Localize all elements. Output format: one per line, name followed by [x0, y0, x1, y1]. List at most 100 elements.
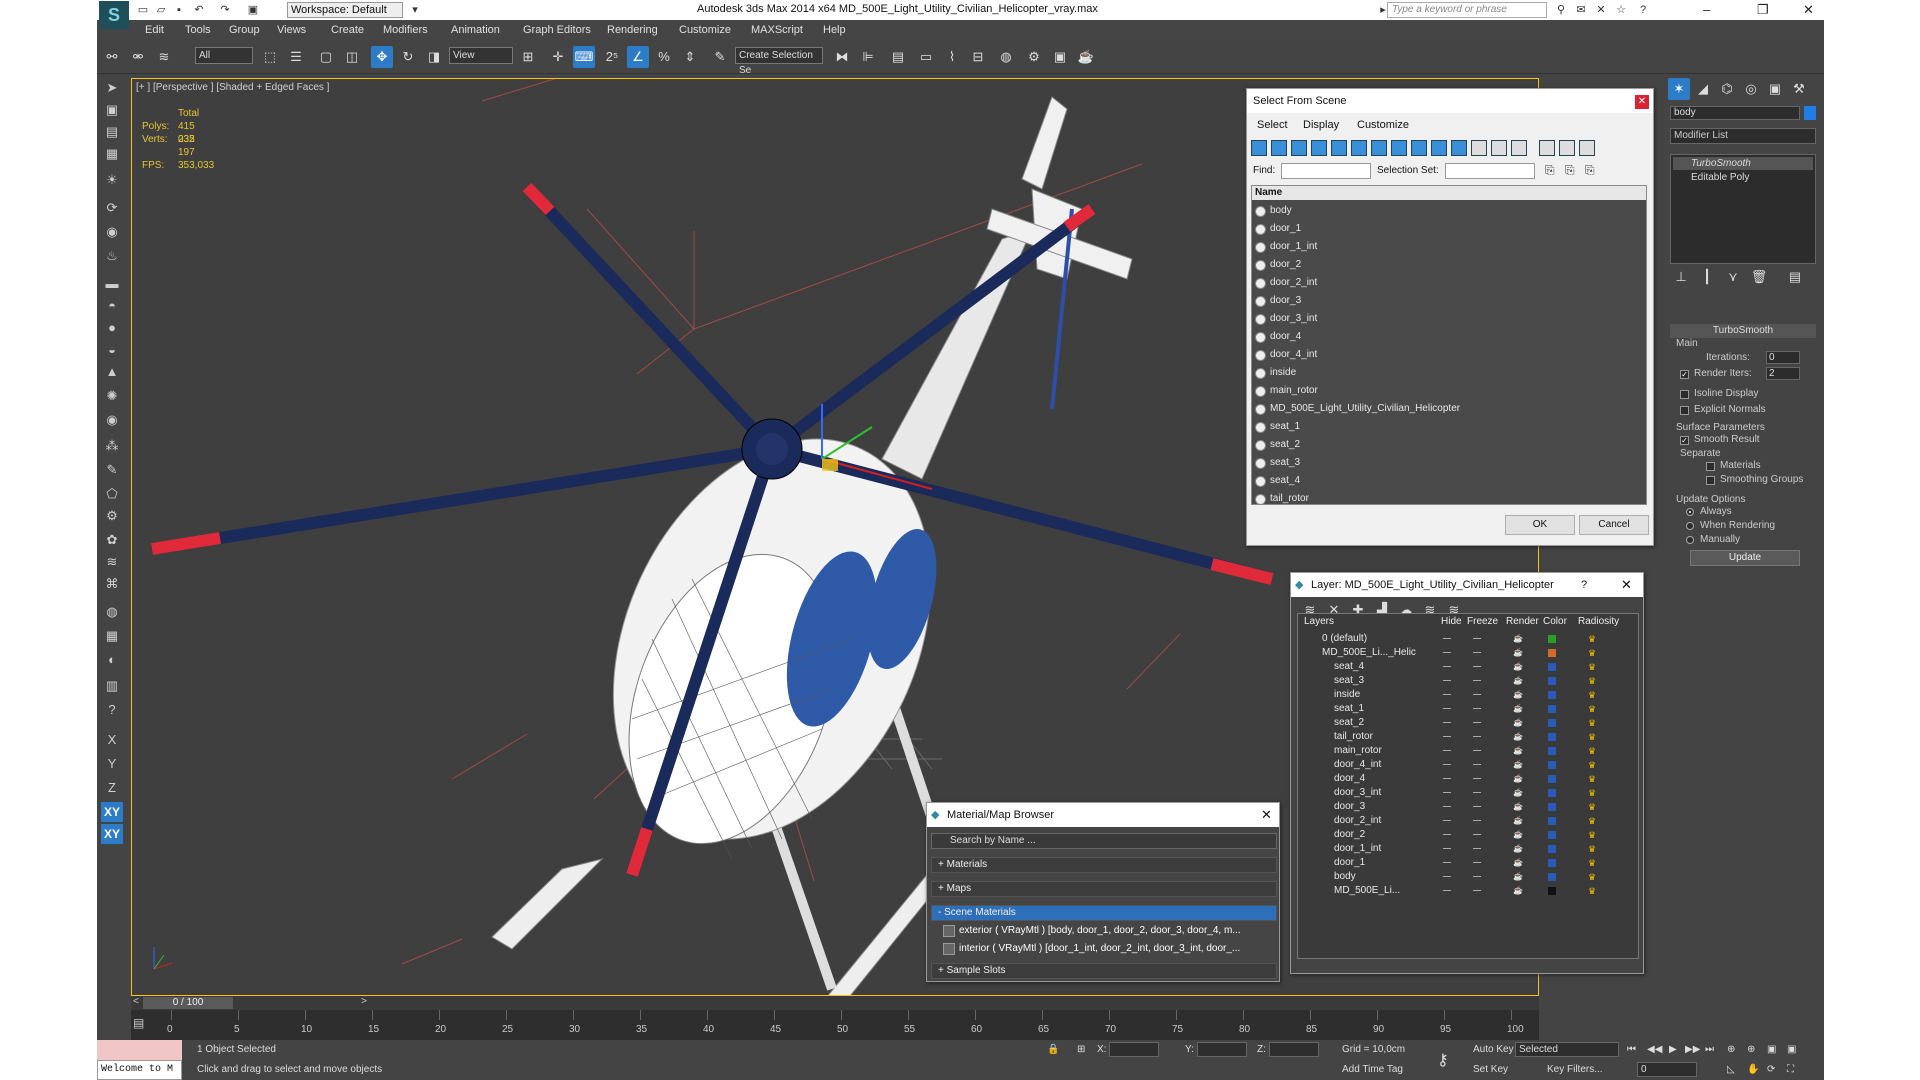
object-color-swatch[interactable] — [1804, 106, 1816, 120]
maxscript-input[interactable]: Welcome to M — [97, 1060, 182, 1080]
layer-color-swatch[interactable] — [1548, 789, 1556, 797]
hide-toggle[interactable] — [1443, 876, 1451, 877]
exchange-icon[interactable]: ✕ — [1593, 2, 1609, 18]
fov-icon[interactable]: ◺ — [1727, 1064, 1735, 1075]
hide-toggle[interactable] — [1443, 638, 1451, 639]
freeze-toggle[interactable] — [1473, 638, 1481, 639]
orb-icon[interactable]: ◉ — [101, 410, 123, 430]
time-slider-handle[interactable]: 0 / 100 — [143, 997, 233, 1009]
menu-group[interactable]: Group — [229, 24, 260, 36]
curve-editor-icon[interactable]: ⌇ — [941, 46, 963, 68]
radiosity-icon[interactable]: ♛ — [1588, 872, 1598, 882]
rotate-view-icon[interactable]: ⟳ — [101, 198, 123, 218]
radiosity-icon[interactable]: ♛ — [1588, 830, 1598, 840]
layer-row[interactable]: door_2_int ☕ ♛ — [1298, 814, 1638, 828]
scene-object-item[interactable]: door_3 — [1252, 292, 1646, 310]
freeze-toggle[interactable] — [1473, 820, 1481, 821]
menu-create[interactable]: Create — [331, 24, 364, 36]
maximize-icon[interactable]: ❐ — [1757, 2, 1769, 18]
scene-object-item[interactable]: seat_1 — [1252, 418, 1646, 436]
align-icon[interactable]: ⊫ — [857, 46, 879, 68]
radiosity-icon[interactable]: ♛ — [1588, 844, 1598, 854]
layer-color-swatch[interactable] — [1548, 663, 1556, 671]
layer-color-swatch[interactable] — [1548, 691, 1556, 699]
box-icon[interactable]: ▣ — [101, 100, 123, 120]
scene-object-item[interactable]: door_2 — [1252, 256, 1646, 274]
material-sphere-icon[interactable]: ◍ — [101, 602, 123, 622]
graphite-ribbon-icon[interactable]: ▭ — [915, 46, 937, 68]
scene-object-item[interactable]: MD_500E_Light_Utility_Civilian_Helicopte… — [1252, 400, 1646, 418]
layer-row[interactable]: door_4_int ☕ ♛ — [1298, 758, 1638, 772]
scene-object-item[interactable]: body — [1252, 202, 1646, 220]
sun-icon[interactable]: ✺ — [101, 386, 123, 406]
time-slider[interactable]: < 0 / 100 > — [131, 996, 1539, 1010]
select-rotate-icon[interactable]: ↻ — [397, 46, 419, 68]
freeze-toggle[interactable] — [1473, 890, 1481, 891]
layer-color-swatch[interactable] — [1548, 761, 1556, 769]
object-name-field[interactable]: body — [1670, 106, 1800, 120]
render-teapot-icon[interactable]: ☕ — [1513, 873, 1523, 881]
update-always-radio[interactable] — [1686, 508, 1694, 516]
window-crossing-icon[interactable]: ◫ — [341, 46, 363, 68]
render-teapot-icon[interactable]: ☕ — [1513, 663, 1523, 671]
scene-object-item[interactable]: door_2_int — [1252, 274, 1646, 292]
goto-end-icon[interactable]: ⏭ — [1705, 1044, 1714, 1055]
menu-edit[interactable]: Edit — [145, 24, 164, 36]
layer-row[interactable]: door_3_int ☕ ♛ — [1298, 786, 1638, 800]
freeze-toggle[interactable] — [1473, 764, 1481, 765]
scene-object-item[interactable]: seat_3 — [1252, 454, 1646, 472]
modify-tab-icon[interactable]: ◢ — [1692, 78, 1714, 100]
save-file-icon[interactable]: ▪ — [171, 2, 187, 18]
layer-row[interactable]: MD_500E_Li..._Helic ☕ ♛ — [1298, 646, 1638, 660]
freeze-toggle[interactable] — [1473, 694, 1481, 695]
layer-row[interactable]: door_2 ☕ ♛ — [1298, 828, 1638, 842]
axis-z-button[interactable]: Z — [101, 778, 123, 798]
scene-object-item[interactable]: seat_4 — [1252, 472, 1646, 490]
layer-row[interactable]: seat_2 ☕ ♛ — [1298, 716, 1638, 730]
render-production-icon[interactable]: ☕ — [1075, 46, 1097, 68]
particles-icon[interactable]: ⁂ — [101, 436, 123, 456]
freeze-toggle[interactable] — [1473, 736, 1481, 737]
radiosity-icon[interactable]: ♛ — [1588, 690, 1598, 700]
viewport-label[interactable]: [+ ] [Perspective ] [Shaded + Edged Face… — [136, 82, 329, 93]
add-set-icon[interactable]: ⎘ — [1545, 163, 1555, 178]
sphere-icon[interactable]: ● — [101, 318, 123, 338]
render-teapot-icon[interactable]: ☕ — [1513, 635, 1523, 643]
dropdown-arrow-icon[interactable]: ▾ — [407, 2, 423, 18]
menu-maxscript[interactable]: MAXScript — [751, 24, 803, 36]
goto-start-icon[interactable]: ⏮ — [1627, 1044, 1636, 1055]
pivot-center-icon[interactable]: ⊞ — [517, 46, 539, 68]
keyboard-shortcut-override-icon[interactable]: ⌨ — [573, 46, 595, 68]
render-teapot-icon[interactable]: ☕ — [1513, 831, 1523, 839]
new-file-icon[interactable]: ▭ — [135, 2, 151, 18]
hide-toggle[interactable] — [1443, 806, 1451, 807]
cloth-icon[interactable]: ⌘ — [101, 574, 123, 594]
layer-color-swatch[interactable] — [1548, 831, 1556, 839]
filter-helpers-icon[interactable] — [1331, 140, 1347, 156]
layer-color-swatch[interactable] — [1548, 887, 1556, 895]
hide-toggle[interactable] — [1443, 820, 1451, 821]
select-none-icon[interactable] — [1491, 140, 1507, 156]
make-unique-icon[interactable]: ⋎ — [1722, 266, 1744, 288]
filter-geometry-icon[interactable] — [1251, 140, 1267, 156]
layer-row[interactable]: door_1_int ☕ ♛ — [1298, 842, 1638, 856]
plant-icon[interactable]: ✿ — [101, 530, 123, 550]
close-icon[interactable]: ✕ — [1621, 573, 1632, 597]
hide-toggle[interactable] — [1443, 834, 1451, 835]
layer-color-swatch[interactable] — [1548, 635, 1556, 643]
paint-icon[interactable]: ✎ — [101, 460, 123, 480]
layer-row[interactable]: inside ☕ ♛ — [1298, 688, 1638, 702]
lock-selection-icon[interactable]: 🔒 — [1047, 1044, 1059, 1055]
x-coord-field[interactable] — [1109, 1042, 1159, 1057]
filter-shapes-icon[interactable] — [1271, 140, 1287, 156]
smooth-result-checkbox[interactable]: ✓ — [1680, 436, 1689, 445]
render-teapot-icon[interactable]: ☕ — [1513, 733, 1523, 741]
help-search-input[interactable]: Type a keyword or phrase — [1387, 2, 1547, 18]
angle-snap-icon[interactable]: ∠ — [627, 46, 649, 68]
layer-manager-icon[interactable]: ▤ — [887, 46, 909, 68]
deform-icon[interactable]: ⬠ — [101, 484, 123, 504]
radiosity-icon[interactable]: ♛ — [1588, 746, 1598, 756]
percent-snap-icon[interactable]: % — [653, 46, 675, 68]
set-key-button[interactable]: Set Key — [1473, 1064, 1508, 1075]
freeze-toggle[interactable] — [1473, 708, 1481, 709]
